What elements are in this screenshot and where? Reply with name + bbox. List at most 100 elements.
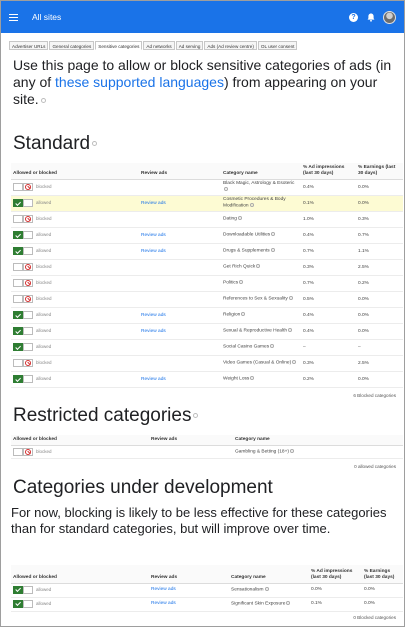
allow-toggle-segment[interactable] <box>13 359 23 368</box>
allow-toggle-segment[interactable] <box>13 343 23 352</box>
supported-languages-link[interactable]: these supported languages <box>55 74 224 90</box>
help-icon[interactable]: ? <box>349 12 358 22</box>
block-toggle-segment[interactable] <box>23 263 33 272</box>
tab-ad-networks[interactable]: Ad networks <box>143 41 175 50</box>
status-cell: allowed <box>11 339 139 356</box>
block-icon <box>25 448 31 455</box>
tab-ad-serving[interactable]: Ad serving <box>175 41 204 50</box>
status-cell: blocked <box>11 179 139 196</box>
block-toggle-segment[interactable] <box>23 327 33 336</box>
block-toggle-segment[interactable] <box>23 599 33 608</box>
info-icon[interactable] <box>271 232 276 237</box>
menu-icon[interactable] <box>9 13 18 21</box>
column-header[interactable]: Category name <box>221 163 301 180</box>
review-ads-link[interactable]: Review ads <box>149 583 229 598</box>
allow-toggle-segment[interactable] <box>13 327 23 336</box>
allow-block-toggle[interactable] <box>13 199 33 208</box>
status-label: allowed <box>36 600 52 606</box>
block-toggle-segment[interactable] <box>23 311 33 320</box>
allow-toggle-segment[interactable] <box>13 183 23 192</box>
ad-impressions-value: – <box>301 339 356 356</box>
allow-block-toggle[interactable] <box>13 359 33 368</box>
info-icon[interactable] <box>249 203 254 208</box>
block-toggle-segment[interactable] <box>23 231 33 240</box>
info-icon[interactable] <box>292 360 297 365</box>
tab-general-categories[interactable]: General categories <box>49 41 95 50</box>
allow-toggle-segment[interactable] <box>13 199 23 208</box>
tab-advertiser-urls[interactable]: Advertiser URLs <box>9 41 49 50</box>
review-ads-link[interactable]: Review ads <box>139 371 221 388</box>
help-circle-icon[interactable] <box>40 97 46 103</box>
block-toggle-segment[interactable] <box>23 247 33 256</box>
allow-toggle-segment[interactable] <box>13 447 23 456</box>
info-icon[interactable] <box>264 586 269 591</box>
block-toggle-segment[interactable] <box>23 295 33 304</box>
review-ads-link[interactable]: Review ads <box>139 307 221 324</box>
review-ads-link[interactable]: Review ads <box>139 195 221 212</box>
status-cell: allowed <box>11 227 139 244</box>
info-icon[interactable] <box>256 264 261 269</box>
earnings-value: 0.0% <box>356 307 403 324</box>
allow-toggle-segment[interactable] <box>13 599 23 608</box>
info-icon[interactable] <box>237 216 242 221</box>
info-icon[interactable] <box>239 280 244 285</box>
allow-block-toggle[interactable] <box>13 311 33 320</box>
allow-block-toggle[interactable] <box>13 375 33 384</box>
table-row: blocked Gambling & Betting (18+) <box>11 445 403 459</box>
review-ads-link[interactable]: Review ads <box>139 323 221 340</box>
account-avatar[interactable] <box>383 10 396 24</box>
restricted-footnote: 0 allowed categories <box>354 464 396 469</box>
allow-toggle-segment[interactable] <box>13 231 23 240</box>
block-toggle-segment[interactable] <box>23 183 33 192</box>
allow-toggle-segment[interactable] <box>13 375 23 384</box>
allow-block-toggle[interactable] <box>13 343 33 352</box>
block-toggle-segment[interactable] <box>23 375 33 384</box>
info-icon[interactable] <box>290 448 294 453</box>
allow-block-toggle[interactable] <box>13 231 33 240</box>
allow-block-toggle[interactable] <box>13 247 33 256</box>
allow-block-toggle[interactable] <box>13 295 33 304</box>
block-toggle-segment[interactable] <box>23 199 33 208</box>
help-circle-icon[interactable] <box>193 413 199 419</box>
block-toggle-segment[interactable] <box>23 447 33 456</box>
block-toggle-segment[interactable] <box>23 585 33 594</box>
help-circle-icon[interactable] <box>92 141 98 147</box>
allow-toggle-segment[interactable] <box>13 247 23 256</box>
info-icon[interactable] <box>288 328 292 333</box>
review-ads-link[interactable]: Review ads <box>139 243 221 260</box>
allow-block-toggle[interactable] <box>13 183 33 192</box>
allow-toggle-segment[interactable] <box>13 295 23 304</box>
block-toggle-segment[interactable] <box>23 343 33 352</box>
allow-block-toggle[interactable] <box>13 263 33 272</box>
allow-toggle-segment[interactable] <box>13 311 23 320</box>
block-toggle-segment[interactable] <box>23 279 33 288</box>
column-header[interactable]: Category name <box>229 565 309 584</box>
info-icon[interactable] <box>286 600 291 605</box>
tab-ads-ad-review-centre[interactable]: Ads (Ad review centre) <box>204 41 257 50</box>
info-icon[interactable] <box>241 312 246 317</box>
allow-block-toggle[interactable] <box>13 327 33 336</box>
tab-sensitive-categories[interactable]: Sensitive categories <box>95 41 143 50</box>
info-icon[interactable] <box>288 296 293 301</box>
info-icon[interactable] <box>224 187 228 192</box>
review-ads-link[interactable]: Review ads <box>149 597 229 612</box>
block-toggle-segment[interactable] <box>23 359 33 368</box>
allow-block-toggle[interactable] <box>13 279 33 288</box>
notifications-icon[interactable] <box>366 13 375 22</box>
allow-block-toggle[interactable] <box>13 447 33 456</box>
allow-toggle-segment[interactable] <box>13 263 23 272</box>
info-icon[interactable] <box>270 344 275 349</box>
allow-block-toggle[interactable] <box>13 599 33 608</box>
allow-block-toggle[interactable] <box>13 585 33 594</box>
allow-block-toggle[interactable] <box>13 215 33 224</box>
allow-toggle-segment[interactable] <box>13 215 23 224</box>
status-cell: allowed <box>11 597 149 612</box>
tab-ol-user-consent[interactable]: OL user consent <box>257 41 298 50</box>
review-ads-link[interactable]: Review ads <box>139 227 221 244</box>
info-icon[interactable] <box>250 376 255 381</box>
allow-toggle-segment[interactable] <box>13 585 23 594</box>
column-header[interactable]: Category name <box>233 435 403 446</box>
allow-toggle-segment[interactable] <box>13 279 23 288</box>
block-toggle-segment[interactable] <box>23 215 33 224</box>
info-icon[interactable] <box>270 248 275 253</box>
